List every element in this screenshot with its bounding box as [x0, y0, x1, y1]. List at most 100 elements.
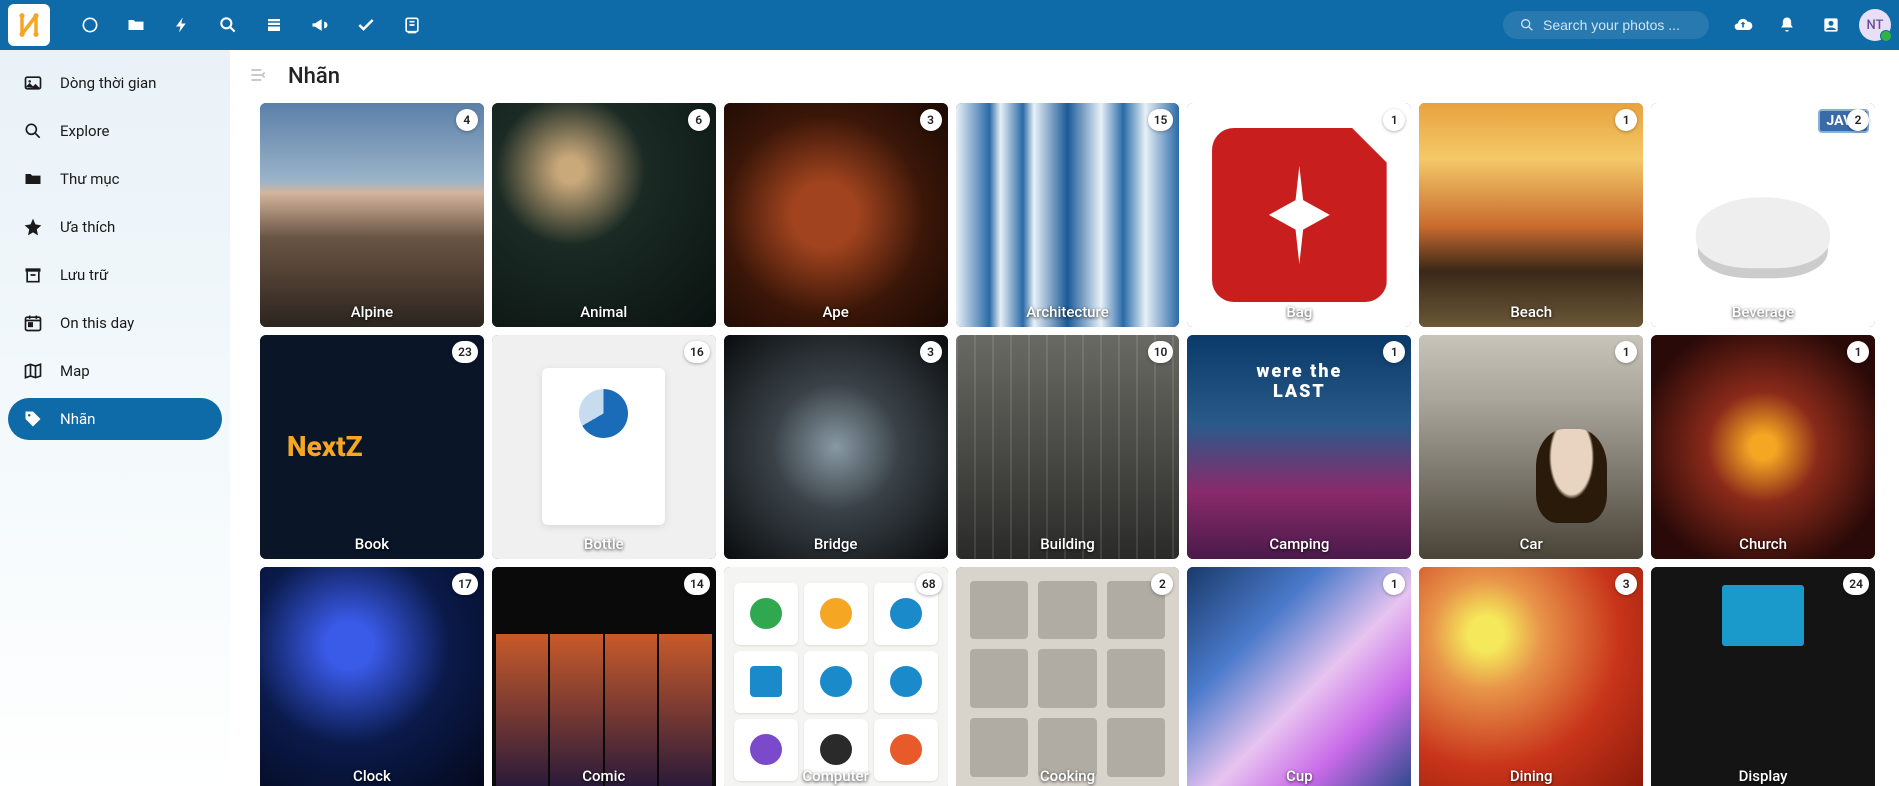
tag-thumbnail	[1651, 335, 1875, 559]
tag-count-badge: 68	[916, 573, 942, 595]
tag-tile[interactable]: 3 Ape	[724, 103, 948, 327]
tag-tile[interactable]: 23 Book	[260, 335, 484, 559]
map-icon	[22, 360, 44, 382]
top-bar: NT	[0, 0, 1899, 50]
bell-icon[interactable]	[1765, 3, 1809, 47]
tag-label: Animal	[492, 303, 716, 321]
magnify-icon[interactable]	[206, 3, 250, 47]
sidebar-item-label: On this day	[60, 314, 134, 332]
tag-count-badge: 3	[920, 341, 942, 363]
tag-thumbnail	[260, 335, 484, 559]
tag-thumbnail	[492, 567, 716, 786]
tag-tile[interactable]: 1 Car	[1419, 335, 1643, 559]
tag-thumbnail	[956, 335, 1180, 559]
tag-count-badge: 17	[452, 573, 478, 595]
tag-count-badge: 1	[1847, 341, 1869, 363]
stack-icon[interactable]	[252, 3, 296, 47]
tag-count-badge: 10	[1148, 341, 1174, 363]
folder-icon[interactable]	[114, 3, 158, 47]
tag-count-badge: 23	[452, 341, 478, 363]
star-icon	[22, 216, 44, 238]
tag-count-badge: 1	[1615, 341, 1637, 363]
sidebar-item-calendar[interactable]: On this day	[8, 302, 222, 344]
tag-tile[interactable]: 1 Cup	[1187, 567, 1411, 786]
tag-tile[interactable]: 68 Computer	[724, 567, 948, 786]
tag-tile[interactable]: 4 Alpine	[260, 103, 484, 327]
tag-tile[interactable]: 3 Bridge	[724, 335, 948, 559]
main-content: Nhãn 4 Alpine 6 Animal 3 Ape 15 Architec…	[230, 50, 1899, 786]
tag-count-badge: 3	[1615, 573, 1637, 595]
search-box[interactable]	[1503, 11, 1709, 39]
tag-count-badge: 14	[684, 573, 710, 595]
tag-tile[interactable]: 15 Architecture	[956, 103, 1180, 327]
contacts-icon[interactable]	[1809, 3, 1853, 47]
sidebar-item-tag[interactable]: Nhãn	[8, 398, 222, 440]
sidebar-item-archive[interactable]: Lưu trữ	[8, 254, 222, 296]
tag-tile[interactable]: 2 Cooking	[956, 567, 1180, 786]
user-avatar[interactable]: NT	[1859, 9, 1891, 41]
tag-label: Beverage	[1651, 303, 1875, 321]
tag-count-badge: 3	[920, 109, 942, 131]
tag-thumbnail	[956, 567, 1180, 786]
upload-icon[interactable]	[1721, 3, 1765, 47]
tag-tile[interactable]: 16 Bottle	[492, 335, 716, 559]
image-icon	[22, 72, 44, 94]
card-icon[interactable]	[390, 3, 434, 47]
tag-tile[interactable]: 1 Camping	[1187, 335, 1411, 559]
tag-tile[interactable]: 10 Building	[956, 335, 1180, 559]
tag-thumbnail	[1419, 335, 1643, 559]
app-logo[interactable]	[8, 4, 50, 46]
tag-count-badge: 1	[1615, 109, 1637, 131]
tag-tile[interactable]: 1 Bag	[1187, 103, 1411, 327]
search-input[interactable]	[1543, 17, 1693, 33]
tag-label: Beach	[1419, 303, 1643, 321]
sidebar-item-label: Ưa thích	[60, 218, 115, 236]
tag-thumbnail	[492, 103, 716, 327]
tag-label: Bottle	[492, 535, 716, 553]
tag-tile[interactable]: 24 Display	[1651, 567, 1875, 786]
sidebar-item-image[interactable]: Dòng thời gian	[8, 62, 222, 104]
sidebar-item-label: Map	[60, 362, 90, 380]
tag-label: Cooking	[956, 767, 1180, 785]
sidebar-item-label: Dòng thời gian	[60, 74, 156, 92]
tag-thumbnail	[492, 335, 716, 559]
check-icon[interactable]	[344, 3, 388, 47]
tag-label: Comic	[492, 767, 716, 785]
tag-tile[interactable]: 3 Dining	[1419, 567, 1643, 786]
tag-tile[interactable]: 17 Clock	[260, 567, 484, 786]
bolt-icon[interactable]	[160, 3, 204, 47]
calendar-icon	[22, 312, 44, 334]
tag-label: Clock	[260, 767, 484, 785]
tag-icon	[22, 408, 44, 430]
tag-tile[interactable]: 6 Animal	[492, 103, 716, 327]
tag-count-badge: 6	[688, 109, 710, 131]
tag-tile[interactable]: 1 Beach	[1419, 103, 1643, 327]
tag-thumbnail	[1651, 567, 1875, 786]
tag-thumbnail	[1419, 103, 1643, 327]
circle-icon[interactable]	[68, 3, 112, 47]
tag-label: Display	[1651, 767, 1875, 785]
tag-thumbnail	[724, 103, 948, 327]
tag-tile[interactable]: 1 Church	[1651, 335, 1875, 559]
tag-count-badge: 2	[1847, 109, 1869, 131]
tag-label: Cup	[1187, 767, 1411, 785]
tag-label: Computer	[724, 767, 948, 785]
tag-label: Car	[1419, 535, 1643, 553]
tag-label: Camping	[1187, 535, 1411, 553]
tag-count-badge: 4	[456, 109, 478, 131]
collapse-sidebar-button[interactable]	[248, 65, 272, 89]
tag-tile[interactable]: 2 Beverage	[1651, 103, 1875, 327]
sidebar-item-star[interactable]: Ưa thích	[8, 206, 222, 248]
tag-thumbnail	[724, 335, 948, 559]
sidebar-item-search[interactable]: Explore	[8, 110, 222, 152]
tag-thumbnail	[1187, 335, 1411, 559]
sidebar-item-folder[interactable]: Thư mục	[8, 158, 222, 200]
announce-icon[interactable]	[298, 3, 342, 47]
tag-thumbnail	[724, 567, 948, 786]
tag-tile[interactable]: 14 Comic	[492, 567, 716, 786]
tag-label: Architecture	[956, 303, 1180, 321]
sidebar-item-map[interactable]: Map	[8, 350, 222, 392]
page-title: Nhãn	[288, 64, 340, 89]
tag-label: Bridge	[724, 535, 948, 553]
tag-label: Book	[260, 535, 484, 553]
